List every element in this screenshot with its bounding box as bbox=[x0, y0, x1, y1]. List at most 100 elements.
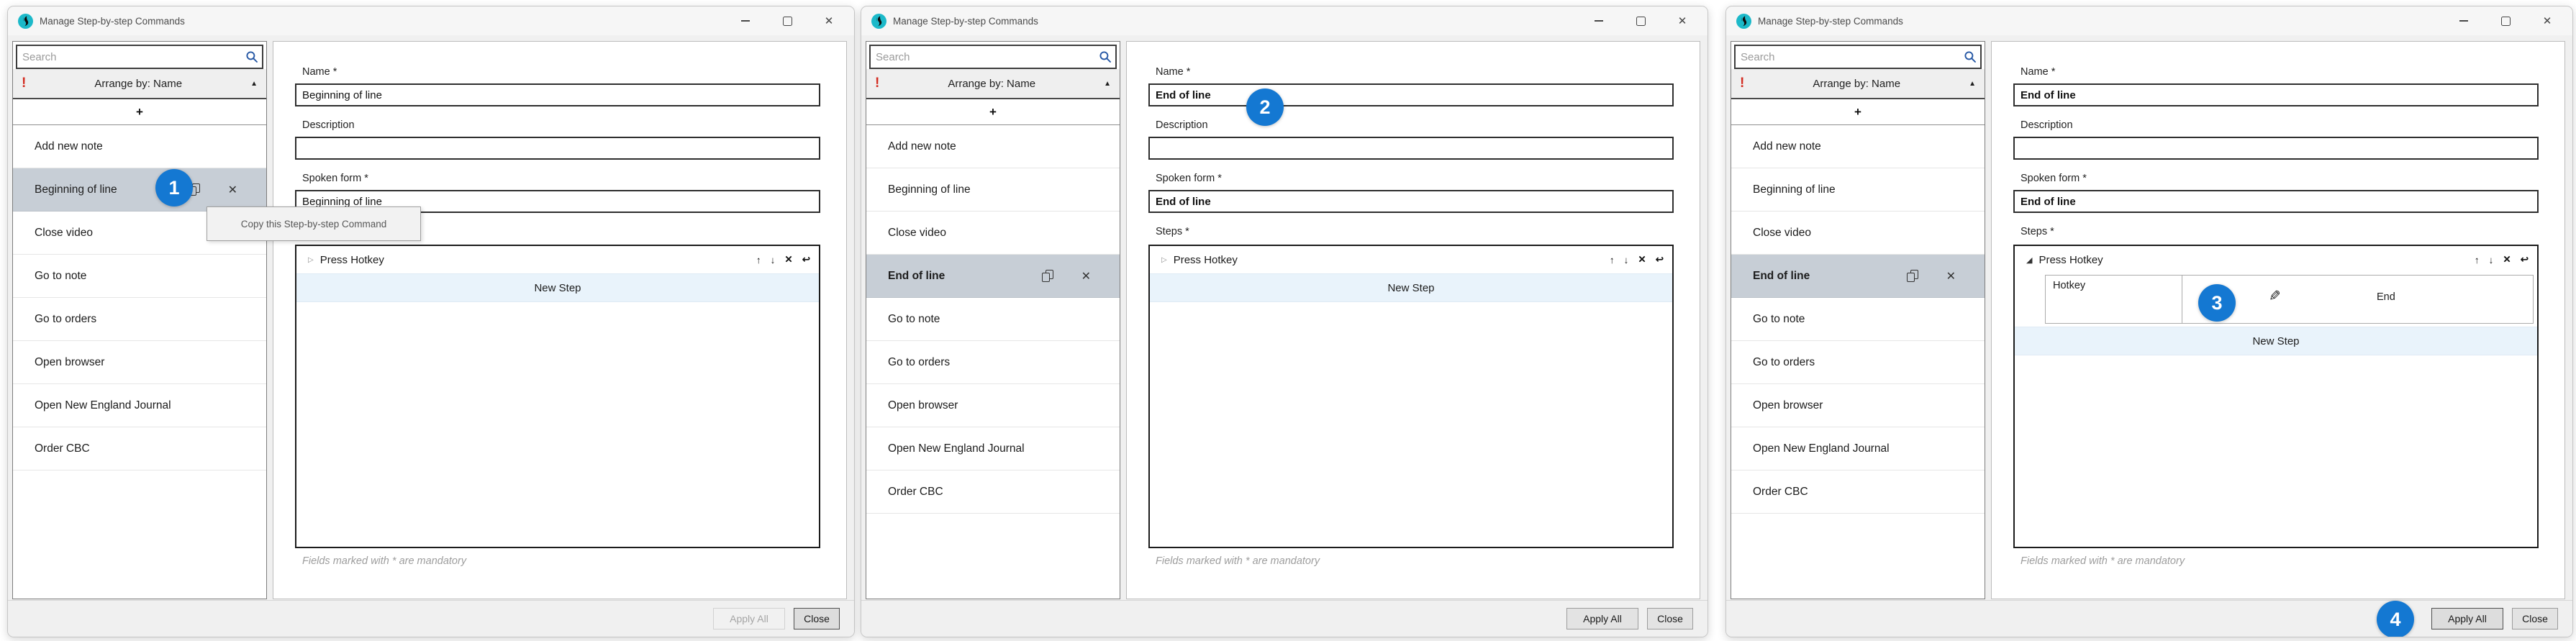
close-button[interactable]: Close bbox=[794, 608, 840, 629]
annotation-step-1: 1 bbox=[155, 169, 193, 206]
list-item[interactable]: Add new note bbox=[1731, 125, 1985, 168]
list-item[interactable]: Order CBC bbox=[1731, 470, 1985, 514]
step-detail-row: Hotkey ✎ End bbox=[2045, 275, 2534, 324]
new-step-row[interactable]: New Step bbox=[296, 273, 819, 302]
list-item[interactable]: Open browser bbox=[1731, 384, 1985, 427]
maximize-icon[interactable] bbox=[766, 6, 808, 35]
move-step-down-icon[interactable]: ↓ bbox=[2489, 255, 2494, 265]
titlebar[interactable]: Manage Step-by-step Commands ✕ bbox=[1726, 6, 2572, 35]
collapse-icon[interactable]: ▲ bbox=[1969, 80, 1976, 88]
list-item[interactable]: Beginning of line bbox=[1731, 168, 1985, 212]
undo-step-icon[interactable]: ↩ bbox=[802, 254, 810, 265]
move-step-down-icon[interactable]: ↓ bbox=[1624, 255, 1629, 265]
hotkey-param-cell[interactable]: Hotkey bbox=[2046, 276, 2182, 323]
titlebar[interactable]: Manage Step-by-step Commands ✕ bbox=[861, 6, 1707, 35]
move-step-up-icon[interactable]: ↑ bbox=[756, 255, 761, 265]
collapse-icon[interactable]: ▲ bbox=[1104, 80, 1111, 88]
description-input[interactable] bbox=[1148, 137, 1674, 160]
apply-all-button[interactable]: Apply All bbox=[1566, 608, 1638, 629]
list-item[interactable]: Close video bbox=[866, 212, 1120, 255]
maximize-icon[interactable] bbox=[1620, 6, 1661, 35]
add-command-button[interactable]: + bbox=[1731, 99, 1985, 125]
new-step-row[interactable]: New Step bbox=[2015, 327, 2537, 355]
arrange-bar[interactable]: ! Arrange by: Name ▲ bbox=[13, 69, 266, 99]
list-item[interactable]: Add new note bbox=[866, 125, 1120, 168]
delete-step-icon[interactable]: ✕ bbox=[1638, 254, 1646, 265]
close-button[interactable]: Close bbox=[1647, 608, 1693, 629]
new-step-row[interactable]: New Step bbox=[1150, 273, 1672, 302]
name-input[interactable] bbox=[295, 83, 820, 106]
annotation-step-4: 4 bbox=[2377, 601, 2414, 637]
step-title: Press Hotkey bbox=[1174, 254, 1238, 266]
expander-collapsed-icon[interactable]: ▷ bbox=[1161, 256, 1167, 264]
list-item[interactable]: Go to orders bbox=[13, 298, 266, 341]
list-item[interactable]: Close video bbox=[1731, 212, 1985, 255]
step-row-press-hotkey[interactable]: ◢ Press Hotkey ↑ ↓ ✕ ↩ bbox=[2015, 246, 2537, 273]
hotkey-value[interactable]: End bbox=[2377, 291, 2395, 303]
list-item-selected[interactable]: End of line ✕ bbox=[866, 255, 1120, 298]
minimize-icon[interactable] bbox=[725, 6, 766, 35]
list-item-selected[interactable]: End of line ✕ bbox=[1731, 255, 1985, 298]
spoken-form-input[interactable] bbox=[1148, 190, 1674, 213]
titlebar[interactable]: Manage Step-by-step Commands ✕ bbox=[8, 6, 854, 35]
undo-step-icon[interactable]: ↩ bbox=[1656, 254, 1664, 265]
search-icon[interactable] bbox=[1099, 50, 1112, 63]
expander-collapsed-icon[interactable]: ▷ bbox=[308, 256, 314, 264]
minimize-icon[interactable] bbox=[2443, 6, 2485, 35]
copy-command-icon[interactable] bbox=[1042, 270, 1053, 286]
maximize-icon[interactable] bbox=[2485, 6, 2526, 35]
description-input[interactable] bbox=[2013, 137, 2539, 160]
edit-pencil-icon[interactable]: ✎ bbox=[2269, 287, 2281, 305]
list-item[interactable]: Order CBC bbox=[866, 470, 1120, 514]
list-item[interactable]: Open browser bbox=[13, 341, 266, 384]
list-item[interactable]: Go to orders bbox=[1731, 341, 1985, 384]
move-step-up-icon[interactable]: ↑ bbox=[1610, 255, 1615, 265]
name-input[interactable] bbox=[2013, 83, 2539, 106]
arrange-bar[interactable]: ! Arrange by: Name ▲ bbox=[866, 69, 1120, 99]
list-item[interactable]: Open New England Journal bbox=[1731, 427, 1985, 470]
dragon-app-icon bbox=[871, 14, 886, 29]
list-item[interactable]: Open New England Journal bbox=[13, 384, 266, 427]
description-input[interactable] bbox=[295, 137, 820, 160]
close-window-icon[interactable]: ✕ bbox=[808, 6, 850, 35]
step-row-press-hotkey[interactable]: ▷ Press Hotkey ↑ ↓ ✕ ↩ bbox=[1150, 246, 1672, 273]
collapse-icon[interactable]: ▲ bbox=[250, 80, 258, 88]
list-item[interactable]: Add new note bbox=[13, 125, 266, 168]
add-command-button[interactable]: + bbox=[13, 99, 266, 125]
search-input[interactable] bbox=[869, 45, 1117, 69]
delete-step-icon[interactable]: ✕ bbox=[784, 254, 792, 265]
delete-command-icon[interactable]: ✕ bbox=[228, 168, 237, 211]
close-window-icon[interactable]: ✕ bbox=[1661, 6, 1703, 35]
search-input[interactable] bbox=[16, 45, 263, 69]
apply-all-button[interactable]: Apply All bbox=[2431, 608, 2503, 629]
copy-command-icon[interactable] bbox=[1907, 270, 1918, 286]
spoken-form-input[interactable] bbox=[2013, 190, 2539, 213]
apply-all-button[interactable]: Apply All bbox=[713, 608, 785, 629]
list-item[interactable]: Go to note bbox=[866, 298, 1120, 341]
list-item[interactable]: Go to note bbox=[1731, 298, 1985, 341]
search-input[interactable] bbox=[1734, 45, 1982, 69]
close-window-icon[interactable]: ✕ bbox=[2526, 6, 2568, 35]
close-button[interactable]: Close bbox=[2512, 608, 2558, 629]
step-row-press-hotkey[interactable]: ▷ Press Hotkey ↑ ↓ ✕ ↩ bbox=[296, 246, 819, 273]
undo-step-icon[interactable]: ↩ bbox=[2521, 254, 2529, 265]
arrange-bar[interactable]: ! Arrange by: Name ▲ bbox=[1731, 69, 1985, 99]
search-icon[interactable] bbox=[245, 50, 258, 63]
list-item[interactable]: Go to orders bbox=[866, 341, 1120, 384]
expander-expanded-icon[interactable]: ◢ bbox=[2026, 255, 2032, 265]
list-item[interactable]: Open browser bbox=[866, 384, 1120, 427]
move-step-down-icon[interactable]: ↓ bbox=[771, 255, 776, 265]
list-item[interactable]: Order CBC bbox=[13, 427, 266, 470]
search-icon[interactable] bbox=[1964, 50, 1977, 63]
move-step-up-icon[interactable]: ↑ bbox=[2475, 255, 2480, 265]
minimize-icon[interactable] bbox=[1578, 6, 1620, 35]
list-item-selected[interactable]: Beginning of line ✕ bbox=[13, 168, 266, 212]
list-item[interactable]: Beginning of line bbox=[866, 168, 1120, 212]
delete-step-icon[interactable]: ✕ bbox=[2503, 254, 2511, 265]
delete-command-icon[interactable]: ✕ bbox=[1946, 255, 1956, 297]
delete-command-icon[interactable]: ✕ bbox=[1081, 255, 1091, 297]
list-item[interactable]: Open New England Journal bbox=[866, 427, 1120, 470]
name-input[interactable] bbox=[1148, 83, 1674, 106]
list-item[interactable]: Go to note bbox=[13, 255, 266, 298]
add-command-button[interactable]: + bbox=[866, 99, 1120, 125]
